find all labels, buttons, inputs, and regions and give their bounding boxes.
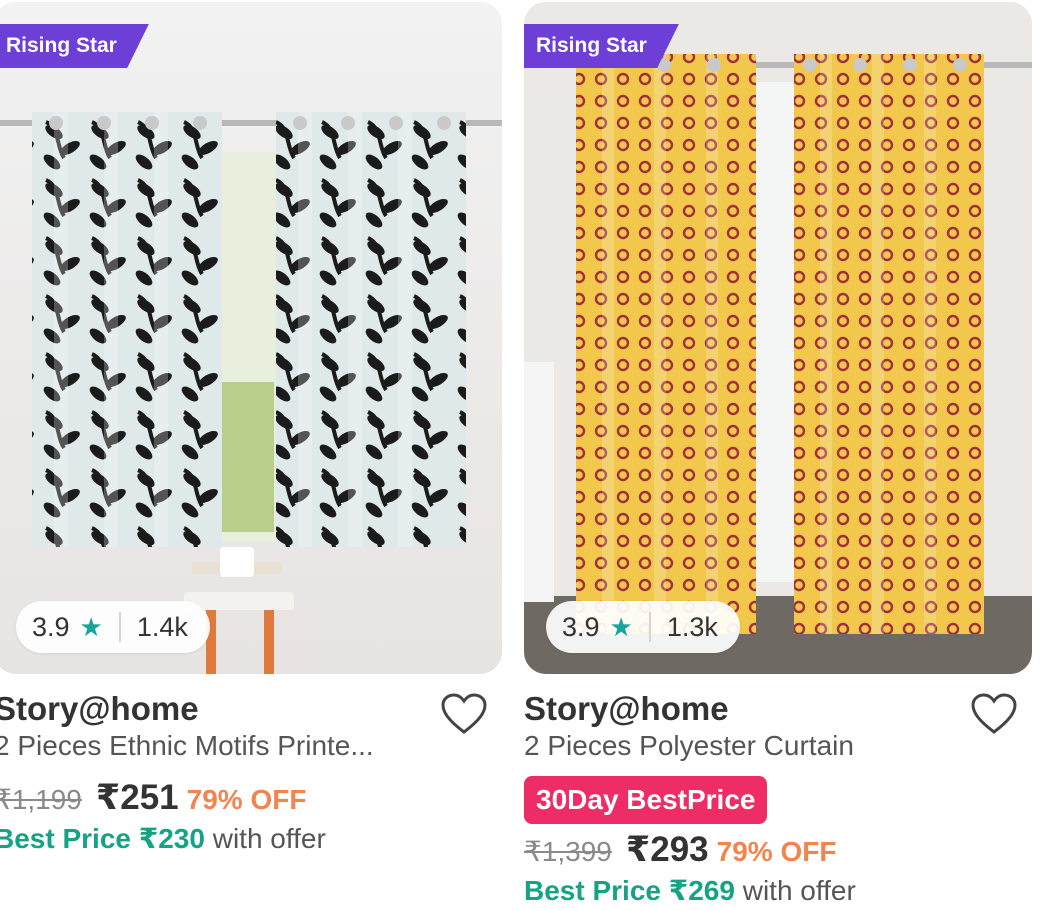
rating-divider [648,612,651,642]
best-price-suffix: with offer [734,875,856,906]
discount-label: 79% OFF [186,784,307,815]
rating-count: 1.4k [136,611,188,642]
discount-label: 79% OFF [716,836,837,867]
star-icon: ★ [79,611,103,642]
rising-star-badge: Rising Star [0,24,149,68]
best-price-row: Best Price ₹269 with offer [524,874,856,907]
rising-star-badge: Rising Star [524,24,679,68]
price-row: ₹1,199 ₹251 79% OFF [0,778,306,818]
heart-outline-icon[interactable] [970,692,1018,736]
rating-value: 3.9 [32,611,70,642]
product-image[interactable] [0,2,502,674]
selling-price: ₹251 [95,778,179,817]
deal-tag: 30Day BestPrice [524,776,768,824]
original-price: ₹1,399 [524,836,612,867]
price-row: ₹1,399 ₹293 79% OFF [524,830,836,870]
product-card[interactable]: Rising Star 3.9 ★ 1.3k Story@home 2 Piec… [524,0,1032,911]
product-brand: Story@home [0,690,199,727]
best-price-label: Best Price ₹230 [0,823,205,854]
best-price-suffix: with offer [204,823,326,854]
curtain-ring-image [524,2,1032,674]
best-price-label: Best Price ₹269 [524,875,735,906]
product-card[interactable]: Rising Star 3.9 ★ 1.4k Story@home 2 Piec… [0,0,502,911]
rating-pill: 3.9 ★ 1.4k [16,601,210,653]
rating-divider [118,612,121,642]
product-brand: Story@home [524,690,729,727]
curtain-leaf-image [0,2,502,674]
original-price: ₹1,199 [0,784,82,815]
best-price-row: Best Price ₹230 with offer [0,822,326,855]
star-icon: ★ [609,611,633,642]
rating-value: 3.9 [562,611,600,642]
product-grid: Rising Star 3.9 ★ 1.4k Story@home 2 Piec… [0,0,1052,911]
selling-price: ₹293 [625,830,709,869]
rating-count: 1.3k [666,611,718,642]
product-title: 2 Pieces Ethnic Motifs Printe... [0,730,374,761]
heart-outline-icon[interactable] [440,692,488,736]
product-image[interactable] [524,2,1032,674]
product-title: 2 Pieces Polyester Curtain [524,730,854,761]
rating-pill: 3.9 ★ 1.3k [546,601,740,653]
